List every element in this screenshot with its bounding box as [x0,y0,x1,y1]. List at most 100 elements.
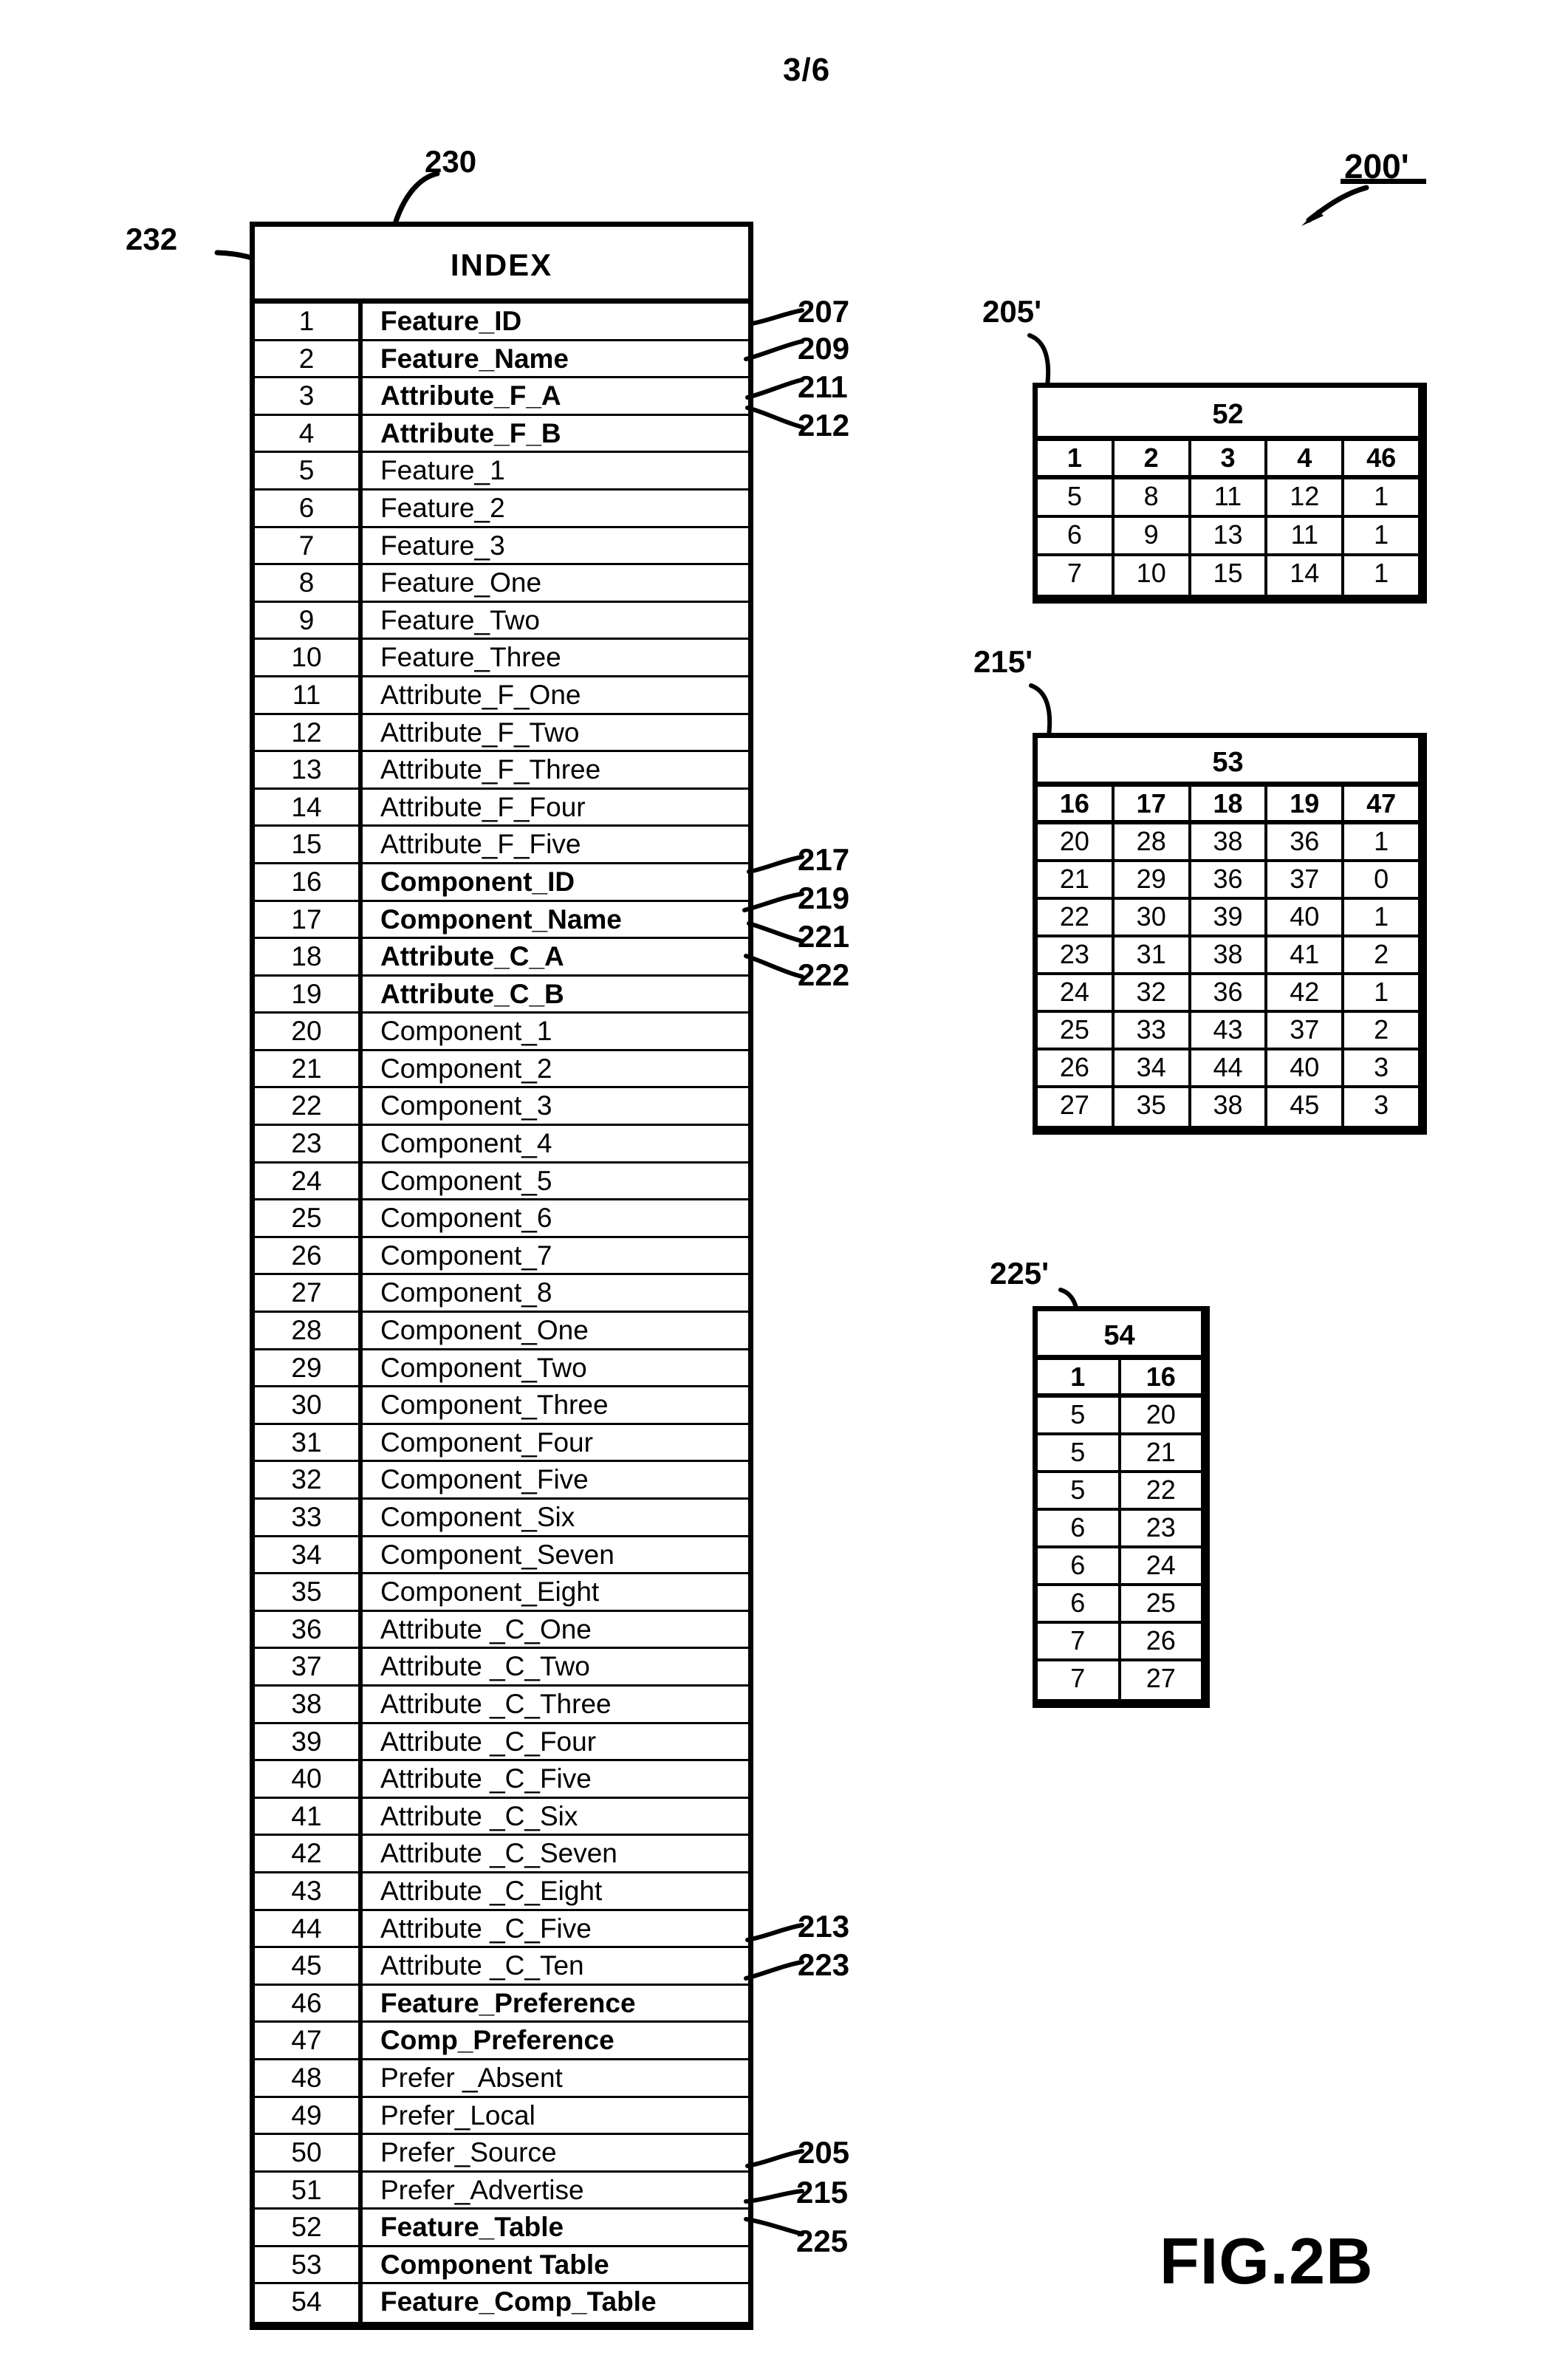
feature-comp-table-caption: 54 [1038,1311,1201,1360]
leader-225 [744,2215,804,2236]
index-row-label: Attribute _C_Four [380,1726,597,1757]
table-row: 22 30 39 40 1 [1038,900,1418,937]
index-table-title: INDEX [255,227,748,304]
index-row-number: 21 [255,1050,363,1087]
index-row-number: 25 [255,1200,363,1236]
table-cell: 38 [1191,1088,1268,1126]
table-row: 5 8 11 12 1 [1038,479,1418,518]
ref-217: 217 [798,842,850,877]
index-row-label: Component_7 [380,1240,552,1271]
index-row: 33 Component_Six [255,1500,748,1537]
ref-215: 215 [796,2175,849,2210]
index-row-number: 45 [255,1948,363,1984]
index-row-number: 47 [255,2023,363,2058]
table-cell: 5 [1038,479,1115,515]
table-cell: 7 [1038,1661,1121,1699]
table-cell: 36 [1267,824,1345,859]
index-row-label: Attribute _C_Eight [380,1875,603,1906]
table-cell: 29 [1115,862,1191,897]
table-header-cell: 16 [1146,1361,1176,1392]
leader-209 [744,339,804,362]
table-cell: 41 [1267,937,1345,972]
feature-table-body: 1 2 3 4 46 5 8 11 12 1 6 9 13 11 1 7 10 15 14 1 [1038,441,1418,595]
index-row-number: 17 [255,901,363,937]
table-header-cell: 18 [1191,787,1268,820]
index-row-label: Component_Three [380,1390,609,1421]
index-row-label: Comp_Preference [380,2025,614,2056]
leader-205 [745,2149,804,2169]
index-row: 47 Comp_Preference [255,2023,748,2060]
table-row: 7 26 [1038,1624,1201,1661]
index-row-number: 5 [255,453,363,488]
table-cell: 27 [1146,1663,1176,1693]
index-row-number: 15 [255,827,363,862]
table-header-cell: 16 [1038,787,1115,820]
index-row-label: Component_One [380,1315,589,1346]
index-row-number: 43 [255,1873,363,1909]
ref-212: 212 [798,408,850,443]
ref-232: 232 [126,222,178,256]
index-row-label: Attribute _C_Seven [380,1838,617,1869]
index-row: 42 Attribute _C_Seven [255,1836,748,1873]
table-cell: 8 [1115,479,1191,515]
table-cell: 9 [1115,518,1191,553]
table-row: 5 21 [1038,1435,1201,1473]
index-row: 20 Component_1 [255,1014,748,1051]
table-cell: 2 [1374,939,1389,969]
table-cell: 0 [1374,864,1389,894]
index-row-number: 8 [255,565,363,601]
index-row: 15 Attribute_F_Five [255,827,748,864]
index-row: 7 Feature_3 [255,527,748,566]
index-row: 43 Attribute _C_Eight [255,1873,748,1911]
index-row-number: 53 [255,2247,363,2283]
index-row-label: Feature_One [380,567,542,598]
index-row-number: 52 [255,2210,363,2245]
index-row-number: 28 [255,1313,363,1348]
index-row-label: Component_5 [380,1165,552,1196]
index-row-label: Attribute_F_Five [380,829,581,860]
index-row-number: 7 [255,527,363,564]
table-row: 6 25 [1038,1586,1201,1624]
component-table: 53 16 17 18 19 47 20 28 38 36 1 21 29 36 37 0 22 30 39 40 1… [1033,733,1427,1135]
table-cell: 24 [1146,1550,1176,1580]
table-cell: 42 [1267,975,1345,1010]
index-row-label: Component_Eight [380,1576,600,1607]
index-row-number: 1 [255,304,363,339]
table-cell: 40 [1267,1050,1345,1085]
index-row: 23 Component_4 [255,1126,748,1164]
table-cell: 40 [1267,900,1345,935]
index-row-label: Attribute_F_B [380,417,561,448]
table-cell: 23 [1038,937,1115,972]
index-row: 38 Attribute _C_Three [255,1686,748,1724]
index-row-label: Attribute_F_Three [380,754,601,785]
table-cell: 20 [1146,1399,1176,1429]
index-row: 50 Prefer_Source [255,2135,748,2173]
index-row: 41 Attribute _C_Six [255,1798,748,1837]
table-cell: 15 [1191,556,1268,595]
index-row: 32 Component_Five [255,1462,748,1500]
index-row-number: 29 [255,1350,363,1386]
table-cell: 1 [1374,558,1389,588]
table-cell: 2 [1374,1014,1389,1045]
index-row: 45 Attribute _C_Ten [255,1948,748,1986]
index-row-number: 32 [255,1462,363,1497]
table-cell: 6 [1038,1511,1121,1545]
index-row: 48 Prefer _Absent [255,2060,748,2098]
table-header-cell: 4 [1267,441,1345,475]
ref-207: 207 [798,294,850,329]
table-row: 20 28 38 36 1 [1038,824,1418,862]
index-row: 9 Feature_Two [255,602,748,640]
ref-211: 211 [798,369,848,404]
index-row-number: 23 [255,1126,363,1161]
index-row-number: 49 [255,2097,363,2133]
index-row-number: 9 [255,602,363,638]
table-header-cell: 1 [1038,441,1115,475]
index-row-label: Component_Seven [380,1539,614,1570]
index-row-label: Feature_Two [380,604,540,635]
ref-221: 221 [798,919,850,954]
table-cell: 14 [1267,556,1345,595]
table-cell: 1 [1374,977,1389,1007]
index-row-number: 12 [255,714,363,751]
index-row-number: 14 [255,789,363,825]
table-cell: 6 [1038,518,1115,553]
